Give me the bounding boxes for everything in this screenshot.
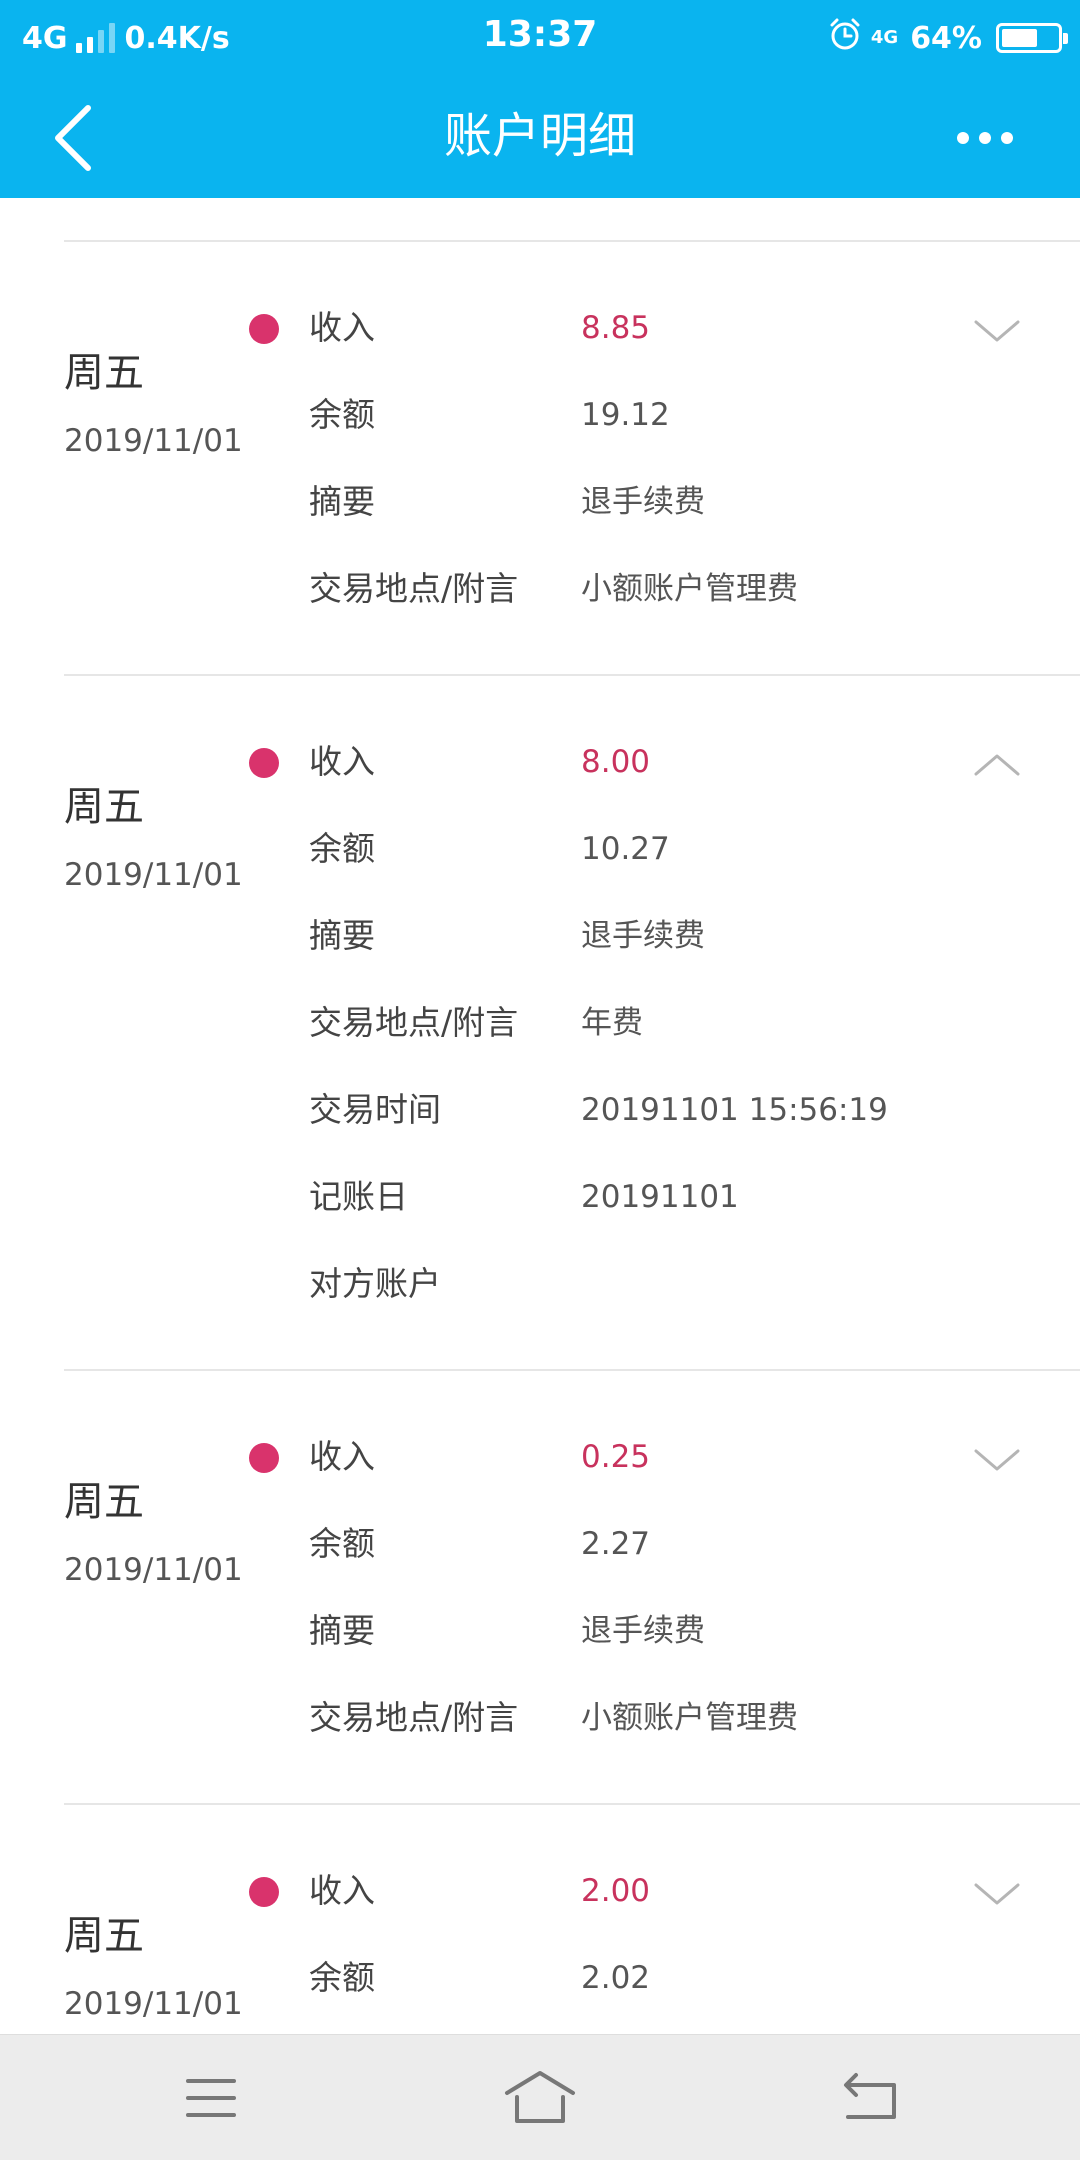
- field-label: 收入: [309, 308, 375, 347]
- field-value: 2.02: [581, 1960, 651, 1996]
- record-field-row: 收入 8.00: [0, 720, 1080, 807]
- nav-home-button[interactable]: [485, 2055, 595, 2141]
- alarm-icon: [827, 16, 863, 60]
- field-value: 2.27: [581, 1526, 651, 1562]
- record-field-row: 余额 2.02: [0, 1936, 1080, 2023]
- menu-icon: [186, 2079, 236, 2117]
- field-label: 余额: [309, 829, 375, 868]
- field-label: 收入: [309, 1871, 375, 1910]
- record-field-row: 收入 8.85: [0, 286, 1080, 373]
- field-value: 退手续费: [581, 484, 705, 520]
- field-label: 交易地点/附言: [309, 1003, 519, 1042]
- transaction-record[interactable]: 周五 2019/11/01 收入 8.85 余额 19.12 摘要 退手续费 交易地点/附言 小额…: [0, 242, 1080, 676]
- transaction-record[interactable]: 周五 2019/11/01 收入 8.00 余额 10.27 摘要 退手续费 交易地点/附言 年费…: [0, 676, 1080, 1371]
- record-field-row: 交易地点/附言 年费: [0, 981, 1080, 1068]
- transaction-record[interactable]: 周五2019/11/01收入2.00余额2.02摘要退手续费交易地点/附言年费: [0, 1805, 1080, 2034]
- record-field-row: 余额 2.27: [0, 1502, 1080, 1589]
- income-amount: 8.00: [581, 744, 651, 780]
- battery-icon: [996, 23, 1068, 53]
- record-field-row: 记账日 20191101: [0, 1155, 1080, 1242]
- field-value: 10.27: [581, 831, 670, 867]
- chevron-left-icon: [55, 105, 91, 171]
- back-arrow-icon: [844, 2073, 896, 2119]
- battery-fill: [1002, 29, 1037, 47]
- more-dot-icon: [957, 132, 969, 144]
- field-label: 余额: [309, 1958, 375, 1997]
- network-type-small: 4G: [870, 27, 899, 48]
- navigation-bar: [0, 2034, 1080, 2160]
- field-label: 摘要: [309, 1611, 375, 1650]
- battery-text: 64%: [910, 20, 982, 56]
- page-title: 账户明细: [443, 108, 636, 164]
- field-label: 交易时间: [309, 1090, 441, 1129]
- transaction-record[interactable]: 周五 2019/11/01 收入 0.25 余额 2.27 摘要 退手续费 交易地点/附言 小额账…: [0, 1371, 1080, 1805]
- more-dot-icon: [979, 132, 991, 144]
- app-screen: 4G 0.4K/s 13:37 4G 64% 账户明细 周五 2019/11/0…: [0, 0, 1080, 2160]
- record-field-row: 余额 19.12: [0, 373, 1080, 460]
- field-label: 交易地点/附言: [309, 569, 519, 608]
- field-label: 余额: [309, 395, 375, 434]
- record-field-row: 摘要 退手续费: [0, 894, 1080, 981]
- record-field-row: 余额 10.27: [0, 807, 1080, 894]
- nav-menu-button[interactable]: [156, 2055, 266, 2141]
- record-field-row: 交易地点/附言 小额账户管理费: [0, 1676, 1080, 1763]
- nav-back-button[interactable]: [814, 2055, 924, 2141]
- header-bar: 账户明细: [0, 76, 1080, 198]
- field-label: 摘要: [309, 482, 375, 521]
- back-button[interactable]: [46, 100, 126, 176]
- field-value: 20191101: [581, 1179, 739, 1215]
- income-amount: 2.00: [581, 1873, 651, 1909]
- more-button[interactable]: [940, 106, 1030, 170]
- field-value: 年费: [581, 1005, 643, 1041]
- field-value: 小额账户管理费: [581, 571, 798, 607]
- record-field-row: 收入 0.25: [0, 1415, 1080, 1502]
- field-value: 20191101 15:56:19: [581, 1092, 888, 1128]
- record-field-row: 交易地点/附言 小额账户管理费: [0, 547, 1080, 634]
- field-label: 收入: [309, 742, 375, 781]
- record-field-row: 摘要 退手续费: [0, 1589, 1080, 1676]
- field-value: 退手续费: [581, 918, 705, 954]
- record-field-row: 交易时间 20191101 15:56:19: [0, 1068, 1080, 1155]
- field-value: 退手续费: [581, 1613, 705, 1649]
- field-value: 19.12: [581, 397, 670, 433]
- field-label: 余额: [309, 1524, 375, 1563]
- status-bar: 4G 0.4K/s 13:37 4G 64%: [0, 0, 1080, 76]
- home-icon: [505, 2071, 575, 2123]
- status-right: 4G 64%: [827, 16, 1068, 60]
- field-value: 小额账户管理费: [581, 1700, 798, 1736]
- record-field-row: 对方账户: [0, 1242, 1080, 1329]
- record-field-row: 摘要退手续费: [0, 2023, 1080, 2034]
- field-label: 交易地点/附言: [309, 1698, 519, 1737]
- record-field-row: 摘要 退手续费: [0, 460, 1080, 547]
- field-label: 摘要: [309, 916, 375, 955]
- field-label: 对方账户: [309, 1264, 441, 1303]
- field-label: 记账日: [309, 1177, 408, 1216]
- field-label: 收入: [309, 1437, 375, 1476]
- income-amount: 8.85: [581, 310, 651, 346]
- record-field-row: 收入 2.00: [0, 1849, 1080, 1936]
- transaction-list[interactable]: 周五 2019/11/01 收入 8.85 余额 19.12 摘要 退手续费 交易地点/附言 小额…: [0, 198, 1080, 2034]
- more-dot-icon: [1001, 132, 1013, 144]
- income-amount: 0.25: [581, 1439, 651, 1475]
